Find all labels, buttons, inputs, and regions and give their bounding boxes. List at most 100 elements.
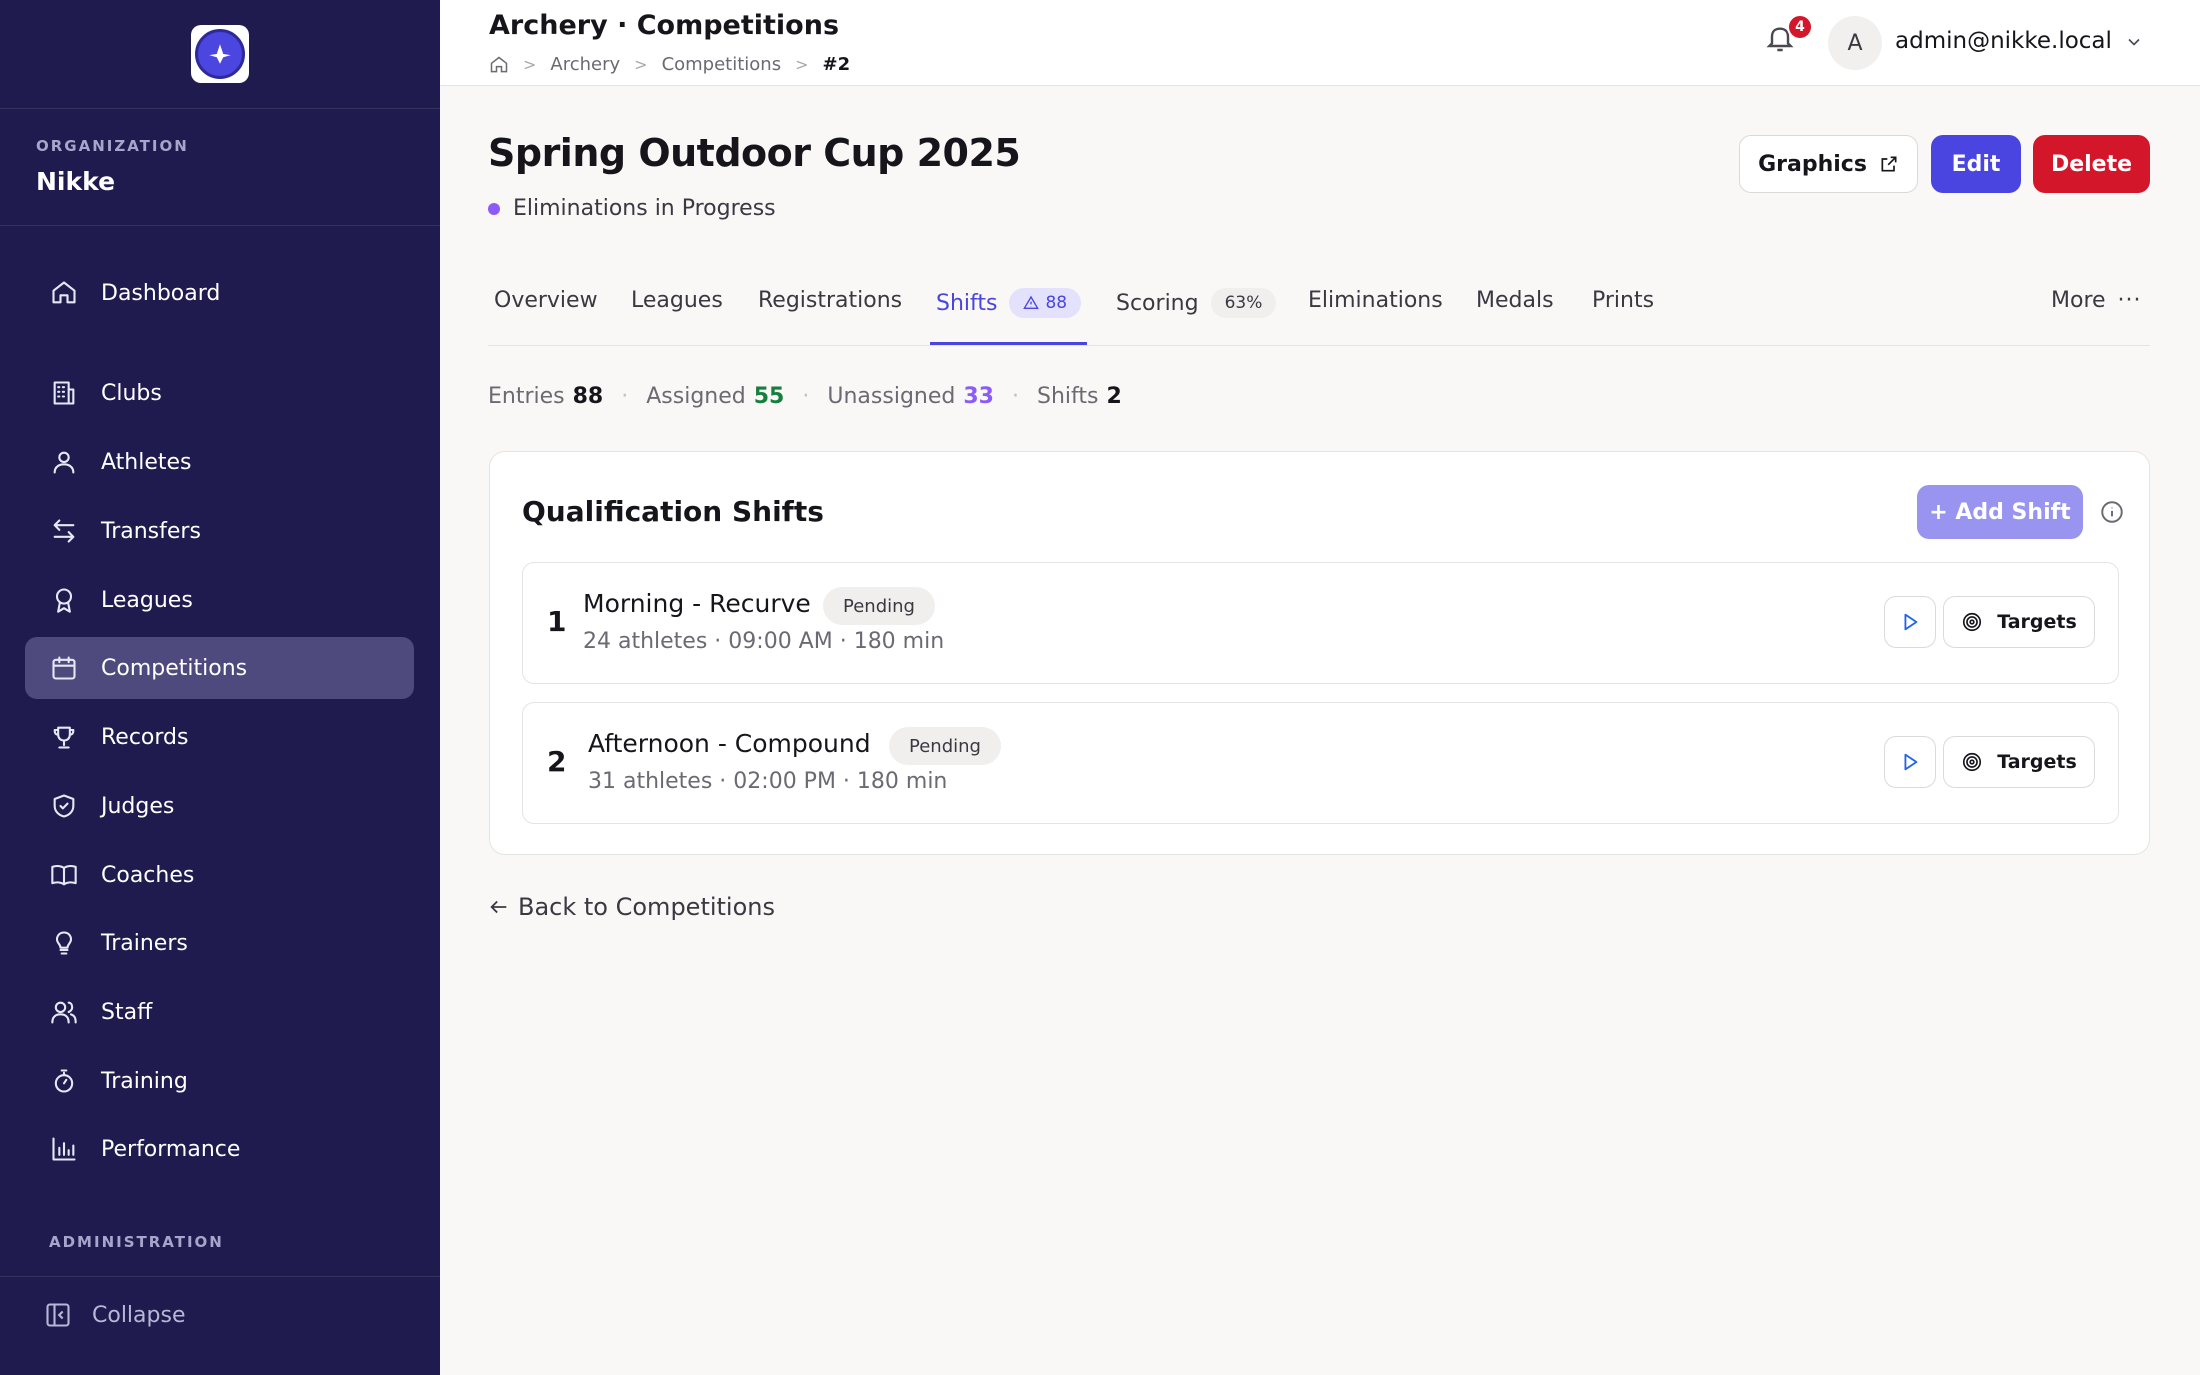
- sidebar-item-competitions[interactable]: Competitions: [25, 637, 414, 699]
- tab-label: Scoring: [1116, 290, 1199, 316]
- add-shift-button[interactable]: + Add Shift: [1917, 485, 2083, 539]
- status-badge: Pending: [889, 727, 1001, 765]
- sidebar-item-label: Clubs: [101, 380, 162, 406]
- logo-emblem-icon: [195, 29, 245, 79]
- building-icon: [49, 378, 79, 408]
- sidebar-item-training[interactable]: Training: [25, 1050, 414, 1112]
- target-icon: [1963, 752, 1982, 772]
- sidebar-collapse-icon: [46, 1303, 70, 1327]
- home-icon: [49, 278, 79, 308]
- start-shift-button[interactable]: [1884, 596, 1936, 648]
- sidebar-item-dashboard[interactable]: Dashboard: [25, 262, 414, 324]
- sidebar-item-transfers[interactable]: Transfers: [25, 500, 414, 562]
- tab-label: More: [2051, 288, 2106, 313]
- info-icon[interactable]: [2099, 499, 2125, 529]
- trophy-icon: [49, 722, 79, 752]
- status-dot: [488, 202, 500, 215]
- tab-eliminations[interactable]: Eliminations: [1308, 288, 1443, 313]
- shift-number: 1: [547, 605, 567, 638]
- sidebar-item-athletes[interactable]: Athletes: [25, 431, 414, 493]
- warning-icon: [1023, 295, 1040, 309]
- sidebar-item-judges[interactable]: Judges: [25, 775, 414, 837]
- sidebar-item-trainers[interactable]: Trainers: [25, 912, 414, 974]
- stopwatch-icon: [49, 1066, 79, 1096]
- breadcrumb-competitions[interactable]: Competitions: [662, 54, 782, 75]
- tab-label: Shifts: [936, 290, 998, 316]
- stat-entries-label: Entries: [488, 384, 565, 409]
- avatar[interactable]: A: [1828, 16, 1882, 70]
- stat-shifts-label: Shifts: [1036, 384, 1099, 409]
- sidebar-item-label: Staff: [101, 999, 153, 1025]
- scoring-progress-badge: 63%: [1210, 288, 1277, 318]
- sidebar-item-label: Coaches: [101, 862, 195, 888]
- tab-shifts[interactable]: Shifts 88: [936, 288, 1082, 318]
- sidebar-item-label: Transfers: [101, 518, 201, 544]
- chevron-down-icon[interactable]: [2124, 32, 2144, 56]
- home-icon[interactable]: [489, 55, 509, 75]
- sidebar-item-coaches[interactable]: Coaches: [25, 844, 414, 906]
- page-title: Spring Outdoor Cup 2025: [488, 131, 1021, 175]
- users-icon: [49, 997, 79, 1027]
- delete-button[interactable]: Delete: [2033, 135, 2150, 193]
- sidebar-item-label: Dashboard: [101, 280, 221, 306]
- separator-dot: ·: [802, 384, 810, 409]
- shift-row[interactable]: 2 Afternoon - Compound Pending 31 athlet…: [522, 702, 2119, 824]
- sidebar-item-performance[interactable]: Performance: [25, 1118, 414, 1180]
- notification-count-badge: 4: [1787, 14, 1813, 40]
- play-icon: [1904, 753, 1918, 771]
- tab-more[interactable]: More ···: [2051, 288, 2142, 313]
- shift-name: Morning - Recurve: [583, 589, 811, 618]
- shift-stats: Entries 88 · Assigned 55 · Unassigned 33…: [488, 384, 1122, 409]
- breadcrumb-archery[interactable]: Archery: [550, 54, 620, 75]
- sidebar-footer: Collapse: [0, 1276, 440, 1375]
- tab-scoring[interactable]: Scoring 63%: [1116, 288, 1277, 318]
- breadcrumb-current: #2: [822, 54, 851, 75]
- tab-leagues[interactable]: Leagues: [631, 288, 723, 313]
- more-dots-icon: ···: [2117, 288, 2142, 313]
- sidebar-item-label: Competitions: [101, 655, 248, 681]
- tab-medals[interactable]: Medals: [1476, 288, 1554, 313]
- tab-prints[interactable]: Prints: [1592, 288, 1654, 313]
- badge-count: 88: [1045, 293, 1068, 313]
- tab-registrations[interactable]: Registrations: [758, 288, 902, 313]
- shift-meta: 24 athletes · 09:00 AM · 180 min: [583, 629, 945, 654]
- sidebar-item-label: Trainers: [101, 930, 188, 956]
- shifts-warning-badge: 88: [1009, 288, 1082, 318]
- sidebar-item-label: Athletes: [101, 449, 192, 475]
- card-title: Qualification Shifts: [522, 495, 824, 528]
- sidebar-item-clubs[interactable]: Clubs: [25, 362, 414, 424]
- targets-label: Targets: [1997, 611, 2077, 633]
- back-to-competitions-link[interactable]: Back to Competitions: [488, 893, 775, 921]
- graphics-button-label: Graphics: [1758, 151, 1867, 177]
- tab-overview[interactable]: Overview: [494, 288, 598, 313]
- sidebar: ORGANIZATION Nikke Dashboard Clubs Athle…: [0, 0, 440, 1375]
- edit-button[interactable]: Edit: [1931, 135, 2021, 193]
- shift-name: Afternoon - Compound: [588, 729, 871, 758]
- sidebar-item-records[interactable]: Records: [25, 706, 414, 768]
- separator-dot: ·: [621, 384, 629, 409]
- sidebar-item-staff[interactable]: Staff: [25, 981, 414, 1043]
- competition-tabs: Overview Leagues Registrations Shifts 88…: [488, 272, 2150, 346]
- chevron-right-icon: >: [634, 55, 648, 74]
- status-badge: Pending: [823, 587, 935, 625]
- status-text: Eliminations in Progress: [513, 196, 776, 221]
- administration-label: ADMINISTRATION: [49, 1233, 224, 1251]
- competition-status: Eliminations in Progress: [488, 196, 776, 221]
- back-link-label: Back to Competitions: [518, 893, 775, 921]
- start-shift-button[interactable]: [1884, 736, 1936, 788]
- targets-button[interactable]: Targets: [1943, 596, 2095, 648]
- organization-name[interactable]: Nikke: [36, 167, 404, 196]
- graphics-button[interactable]: Graphics: [1739, 135, 1918, 193]
- shift-row[interactable]: 1 Morning - Recurve Pending 24 athletes …: [522, 562, 2119, 684]
- book-icon: [49, 860, 79, 890]
- sidebar-item-label: Leagues: [101, 587, 193, 613]
- app-logo[interactable]: [191, 25, 249, 83]
- notifications-button[interactable]: 4: [1764, 14, 1813, 62]
- active-tab-indicator: [930, 342, 1087, 345]
- collapse-button[interactable]: Collapse: [44, 1301, 186, 1329]
- sidebar-item-leagues[interactable]: Leagues: [25, 569, 414, 631]
- lightbulb-icon: [49, 928, 79, 958]
- target-icon: [1963, 612, 1982, 632]
- targets-button[interactable]: Targets: [1943, 736, 2095, 788]
- user-menu-email[interactable]: admin@nikke.local: [1895, 28, 2112, 54]
